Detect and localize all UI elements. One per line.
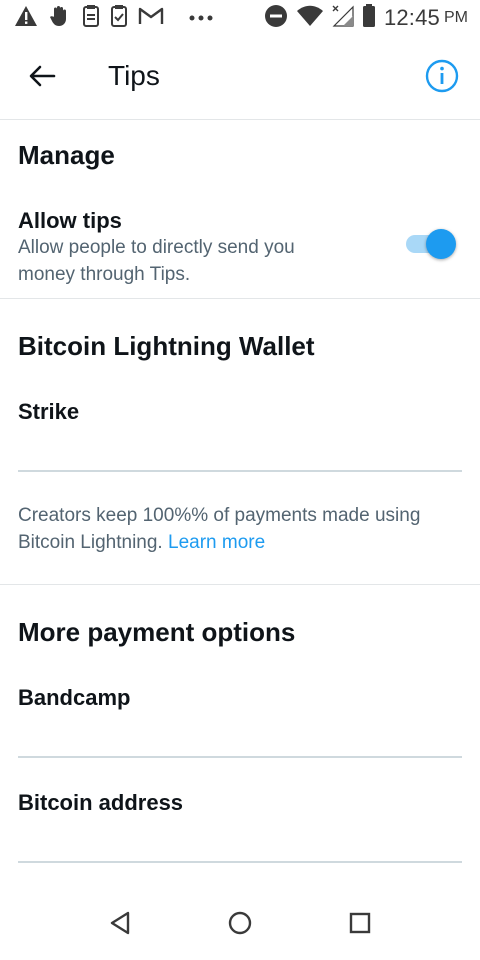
info-icon (425, 59, 459, 98)
bandcamp-input[interactable] (18, 716, 462, 756)
square-recents-icon (349, 912, 371, 939)
clipboard-check-icon (110, 4, 128, 33)
do-not-disturb-icon (264, 4, 288, 33)
bandcamp-label: Bandcamp (18, 685, 131, 710)
bitcoin-info-line1: Creators keep 100%% of payments made usi… (18, 505, 421, 526)
hand-icon (48, 4, 72, 33)
status-ampm: PM (444, 9, 468, 26)
bitcoin-address-input-underline (18, 861, 462, 863)
allow-tips-desc-line1: Allow people to directly send you (18, 237, 295, 258)
more-payment-section-title: More payment options (18, 617, 296, 647)
info-button[interactable] (422, 58, 462, 98)
status-left-icons (14, 4, 214, 33)
nav-recents-button[interactable] (345, 910, 375, 940)
back-button[interactable] (22, 58, 62, 98)
toggle-thumb (426, 229, 456, 259)
status-right-icons: 12:45 PM (264, 3, 468, 33)
strike-input[interactable] (18, 430, 462, 470)
wifi-icon (296, 5, 324, 32)
more-dots-icon (188, 9, 214, 27)
learn-more-link[interactable]: Learn more (168, 532, 265, 553)
system-nav-bar (0, 888, 480, 960)
nav-back-button[interactable] (105, 910, 135, 940)
allow-tips-label: Allow tips (18, 208, 122, 233)
allow-tips-desc-line2: money through Tips. (18, 264, 191, 285)
status-time: 12:45 (383, 5, 440, 30)
bitcoin-address-input[interactable] (18, 821, 462, 861)
warning-icon (14, 5, 38, 32)
bitcoin-wallet-section-title: Bitcoin Lightning Wallet (18, 331, 315, 361)
app-bar: Tips (0, 36, 480, 120)
bitcoin-info-text: Creators keep 100%% of payments made usi… (18, 502, 420, 556)
battery-icon (362, 3, 376, 33)
strike-label: Strike (18, 399, 80, 424)
bitcoin-info-line2: Bitcoin Lightning. Learn more (18, 529, 420, 556)
circle-home-icon (228, 911, 252, 940)
status-bar: 12:45 PM (0, 0, 480, 36)
gmail-icon (138, 6, 164, 31)
strike-input-underline (18, 470, 462, 472)
triangle-back-icon (109, 911, 131, 940)
nav-home-button[interactable] (225, 910, 255, 940)
bitcoin-info-line2-text: Bitcoin Lightning. (18, 532, 163, 553)
divider (0, 584, 480, 585)
clipboard-icon (82, 4, 100, 33)
bitcoin-address-label: Bitcoin address (18, 790, 184, 815)
page-title: Tips (108, 60, 160, 91)
allow-tips-toggle[interactable] (404, 226, 458, 262)
manage-section-title: Manage (18, 140, 115, 170)
bandcamp-input-underline (18, 756, 462, 758)
allow-tips-description: Allow people to directly send you money … (18, 234, 295, 288)
divider (0, 298, 480, 299)
back-arrow-icon (28, 64, 56, 93)
signal-icon (332, 5, 354, 32)
